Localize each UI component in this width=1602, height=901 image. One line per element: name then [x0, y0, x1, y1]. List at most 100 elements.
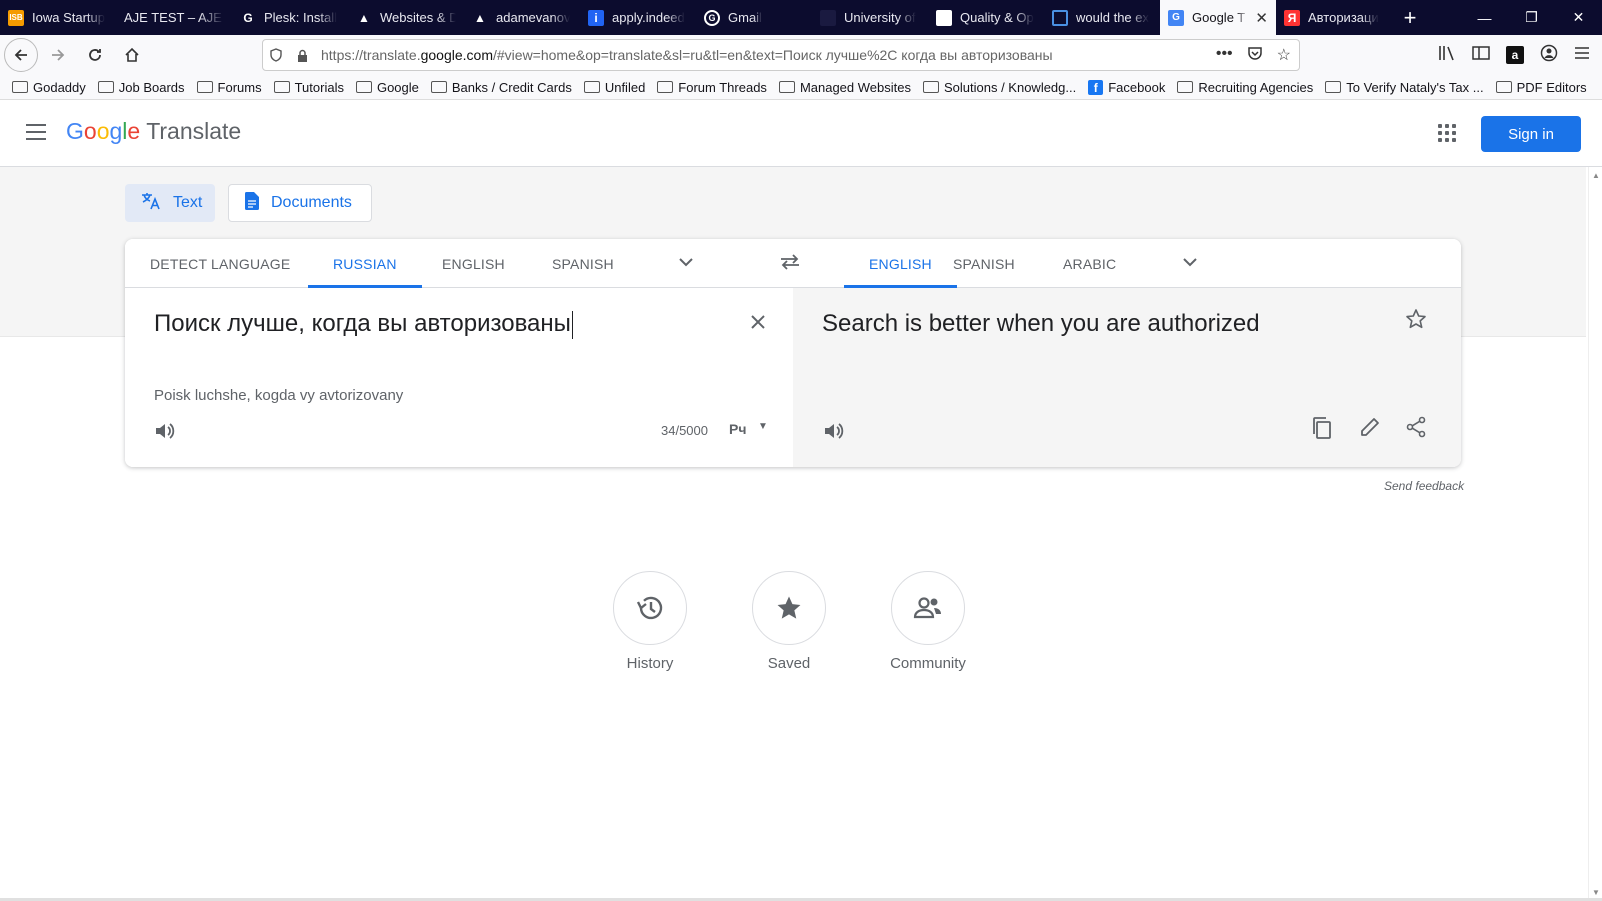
- bookmark-label: Job Boards: [118, 79, 185, 95]
- source-pane: Поиск лучше, когда вы авторизованы Poisk…: [125, 288, 793, 467]
- browser-tab[interactable]: AJE TEST – AJE t: [116, 0, 232, 35]
- share-icon[interactable]: [1405, 416, 1427, 443]
- folder-icon: [196, 81, 213, 93]
- listen-translation-icon[interactable]: [822, 420, 844, 442]
- folder-icon: [273, 81, 290, 93]
- bookmark-item[interactable]: Forum Threads: [657, 80, 767, 95]
- sidebar-icon[interactable]: [1472, 45, 1490, 66]
- pocket-icon[interactable]: [1247, 45, 1263, 66]
- library-icon[interactable]: [1438, 45, 1456, 66]
- chevron-down-icon[interactable]: [1181, 253, 1199, 271]
- browser-tab[interactable]: G Plesk: Install: [232, 0, 348, 35]
- menu-icon[interactable]: [1574, 46, 1590, 65]
- home-button[interactable]: [115, 38, 149, 72]
- bookmark-item[interactable]: Tutorials: [273, 79, 344, 95]
- community-button[interactable]: Community: [878, 571, 978, 672]
- bookmark-label: Managed Websites: [799, 79, 911, 95]
- target-lang-tab-arabic[interactable]: ARABIC: [1063, 239, 1116, 288]
- translation-output: Search is better when you are authorized: [822, 310, 1260, 337]
- documents-mode-button[interactable]: Documents: [228, 184, 372, 222]
- copy-icon[interactable]: [1311, 416, 1333, 445]
- bookmark-item[interactable]: Forums: [196, 80, 262, 95]
- browser-tab[interactable]: Quality & Op: [928, 0, 1044, 35]
- sign-in-button[interactable]: Sign in: [1481, 116, 1581, 152]
- source-lang-tab-english[interactable]: ENGLISH: [442, 239, 505, 288]
- bookmark-item[interactable]: PDF Editors: [1495, 80, 1587, 95]
- caret-down-icon[interactable]: ▼: [758, 421, 768, 432]
- browser-tab-active[interactable]: G Google T ✕: [1160, 0, 1276, 35]
- scroll-up-icon[interactable]: ▲: [1592, 171, 1600, 180]
- browser-tab[interactable]: ISB Iowa Startup: [0, 0, 116, 35]
- url-bar[interactable]: https://translate.google.com/#view=home&…: [262, 39, 1300, 71]
- browser-tab[interactable]: Я Авторизаци: [1276, 0, 1392, 35]
- bookmark-item[interactable]: Banks / Credit Cards: [430, 80, 572, 95]
- arrow-left-icon: [14, 49, 27, 61]
- main-menu-icon[interactable]: [26, 124, 46, 140]
- close-window-icon[interactable]: ✕: [1555, 0, 1602, 35]
- google-icon: G: [704, 9, 720, 26]
- browser-tab[interactable]: would the ex: [1044, 0, 1160, 35]
- target-lang-tab-english[interactable]: ENGLISH: [844, 239, 957, 288]
- amazon-icon[interactable]: a: [1506, 46, 1524, 64]
- send-feedback-link[interactable]: Send feedback: [1384, 479, 1464, 493]
- source-lang-tab-russian[interactable]: RUSSIAN: [308, 239, 422, 288]
- close-tab-icon[interactable]: ✕: [1255, 9, 1268, 27]
- bookmark-item[interactable]: Recruiting Agencies: [1177, 80, 1313, 95]
- browser-tab[interactable]: ▲ adamevanov: [464, 0, 580, 35]
- listen-source-icon[interactable]: [153, 420, 175, 442]
- bookmark-item[interactable]: Job Boards: [97, 79, 185, 95]
- folder-icon: [1177, 81, 1194, 93]
- google-apps-icon[interactable]: [1438, 124, 1456, 142]
- bookmark-item[interactable]: f Facebook: [1088, 79, 1166, 95]
- bookmark-item[interactable]: Godaddy: [12, 80, 86, 95]
- translate-text-icon: [141, 192, 161, 215]
- folder-icon: [97, 81, 114, 93]
- page-scrollbar[interactable]: ▲ ▼: [1588, 167, 1602, 901]
- folder-icon: [657, 81, 674, 93]
- save-translation-star-icon[interactable]: [1405, 308, 1427, 335]
- reload-button[interactable]: [78, 38, 112, 72]
- shield-icon[interactable]: [263, 48, 289, 62]
- bookmark-item[interactable]: Solutions / Knowledg...: [922, 80, 1076, 95]
- account-icon[interactable]: [1540, 44, 1558, 67]
- saved-button[interactable]: Saved: [739, 571, 839, 672]
- target-pane: Search is better when you are authorized: [793, 288, 1461, 467]
- warning-icon: ▲: [358, 10, 370, 25]
- forward-button[interactable]: [41, 38, 75, 72]
- university-icon: [820, 9, 836, 26]
- source-lang-tab-spanish[interactable]: SPANISH: [552, 239, 614, 288]
- text-mode-button[interactable]: Text: [125, 184, 215, 222]
- source-text-input[interactable]: Поиск лучше, когда вы авторизованы: [154, 310, 573, 339]
- browser-tab[interactable]: G Gmail: [696, 0, 812, 35]
- bookmark-star-icon[interactable]: ☆: [1277, 45, 1291, 66]
- scroll-down-icon[interactable]: ▼: [1592, 888, 1600, 897]
- bookmark-label: Tutorials: [294, 79, 344, 95]
- browser-tab[interactable]: University of: [812, 0, 928, 35]
- clear-source-icon[interactable]: [750, 310, 766, 336]
- keyboard-layout-icon[interactable]: Рч: [729, 421, 746, 437]
- chevron-down-icon[interactable]: [677, 253, 695, 271]
- folder-icon: [778, 81, 795, 93]
- bookmark-item[interactable]: Unfiled: [583, 80, 645, 95]
- bookmark-item[interactable]: Google: [355, 80, 419, 95]
- new-tab-button[interactable]: +: [1392, 0, 1428, 35]
- transliteration: Poisk luchshe, kogda vy avtorizovany: [154, 387, 404, 404]
- minimize-icon[interactable]: —: [1461, 0, 1508, 35]
- browser-tab[interactable]: ▲ Websites & D: [348, 0, 464, 35]
- google-translate-logo[interactable]: Google Translate: [66, 118, 241, 145]
- edit-pencil-icon[interactable]: [1359, 416, 1381, 443]
- back-button[interactable]: [4, 38, 38, 72]
- plesk-icon: G: [243, 10, 253, 25]
- lock-icon[interactable]: [289, 49, 315, 62]
- browser-tab[interactable]: i apply.indeed: [580, 0, 696, 35]
- bookmark-label: Facebook: [1108, 79, 1166, 95]
- target-lang-tab-spanish[interactable]: SPANISH: [953, 239, 1015, 288]
- more-actions-icon[interactable]: •••: [1216, 45, 1233, 66]
- bookmark-item[interactable]: To Verify Nataly's Tax ...: [1325, 80, 1484, 95]
- detect-language-tab[interactable]: DETECT LANGUAGE: [150, 239, 290, 288]
- history-button[interactable]: History: [600, 571, 700, 672]
- bookmark-item[interactable]: Managed Websites: [778, 79, 911, 95]
- restore-icon[interactable]: ❐: [1508, 0, 1555, 35]
- swap-languages-icon[interactable]: [779, 254, 801, 275]
- document-icon: [245, 191, 259, 215]
